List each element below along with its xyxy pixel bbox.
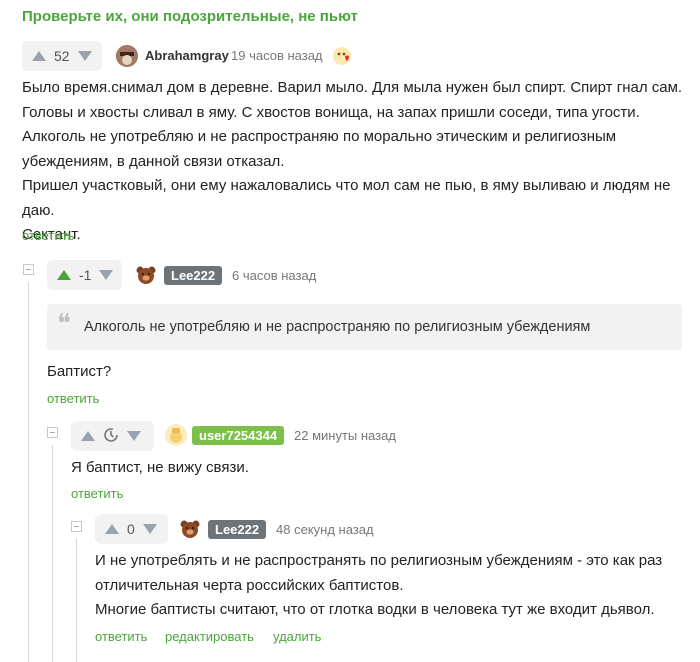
collapse-toggle[interactable] bbox=[71, 521, 82, 532]
reply-link[interactable]: ответить bbox=[47, 391, 99, 406]
upvote-button[interactable] bbox=[57, 270, 71, 280]
vote-box: -1 bbox=[47, 260, 122, 290]
comment-line: убеждениям, в данной связи отказал. bbox=[22, 152, 285, 170]
comment-time[interactable]: 48 секунд назад bbox=[276, 522, 374, 537]
edit-link[interactable]: редактировать bbox=[165, 629, 254, 644]
comment-author[interactable]: Abrahamgray bbox=[145, 48, 229, 63]
thread-line bbox=[52, 445, 53, 662]
vote-box: 52 bbox=[22, 41, 102, 71]
comment-line: Сектант. bbox=[22, 226, 81, 243]
comment-author[interactable]: Lee222 bbox=[164, 266, 223, 285]
upvote-button[interactable] bbox=[32, 51, 46, 61]
comment-time[interactable]: 6 часов назад bbox=[232, 268, 316, 283]
downvote-button[interactable] bbox=[142, 524, 157, 534]
comment-time[interactable]: 22 минуты назад bbox=[294, 428, 396, 443]
avatar-icon[interactable] bbox=[116, 45, 138, 67]
reply-link[interactable]: ответить bbox=[22, 228, 74, 243]
bear-avatar-icon[interactable] bbox=[179, 518, 201, 540]
heart-emblem-icon bbox=[332, 45, 354, 67]
reply-link[interactable]: ответить bbox=[71, 486, 123, 501]
thread-line bbox=[28, 282, 29, 662]
comment-score: -1 bbox=[79, 267, 92, 283]
comment-time[interactable]: 19 часов назад bbox=[231, 48, 323, 63]
comment-text: Я баптист, не вижу связи. bbox=[71, 459, 249, 476]
comment-line: отличительная черта российских баптистов… bbox=[95, 576, 404, 594]
comment-author[interactable]: Lee222 bbox=[208, 520, 267, 539]
comment: 52 Abrahamgray 19 часов назад Было время… bbox=[0, 0, 700, 250]
delete-link[interactable]: удалить bbox=[273, 629, 321, 644]
downvote-button[interactable] bbox=[127, 431, 141, 441]
upvote-button[interactable] bbox=[105, 524, 119, 534]
clock-icon bbox=[103, 427, 119, 446]
avatar-icon[interactable] bbox=[165, 424, 187, 446]
thread-line bbox=[76, 539, 77, 662]
comment-author[interactable]: user7254344 bbox=[192, 426, 285, 445]
upvote-button[interactable] bbox=[81, 431, 95, 441]
comment-line: Алкоголь не употребляю и не распространя… bbox=[22, 128, 617, 145]
collapse-toggle[interactable] bbox=[23, 264, 34, 275]
comment-line: Головы и хвосты сливал в яму. С хвостов … bbox=[22, 103, 640, 121]
comment-line: Пришел участковый, они ему нажаловались … bbox=[22, 177, 671, 219]
bear-avatar-icon[interactable] bbox=[135, 264, 157, 286]
comment-line: Многие баптисты считают, что от глотка в… bbox=[95, 601, 655, 618]
comment-text: Было время.снимал дом в деревне. Варил м… bbox=[22, 76, 692, 248]
comment-score: 52 bbox=[54, 48, 70, 64]
downvote-button[interactable] bbox=[99, 270, 114, 280]
comment-line: Было время.снимал дом в деревне. Варил м… bbox=[22, 79, 683, 96]
comment-text: И не употреблять и не распространять по … bbox=[95, 549, 695, 623]
quote-block: ❝ Алкоголь не употребляю и не распростра… bbox=[47, 304, 682, 350]
comment-score: 0 bbox=[127, 521, 135, 537]
collapse-toggle[interactable] bbox=[47, 427, 58, 438]
vote-box bbox=[71, 421, 154, 451]
comment-line: И не употреблять и не распространять по … bbox=[95, 552, 663, 569]
vote-box: 0 bbox=[95, 514, 168, 544]
quote-text: Алкоголь не употребляю и не распространя… bbox=[84, 319, 591, 335]
reply-link[interactable]: ответить bbox=[95, 629, 147, 644]
comment-text: Баптист? bbox=[47, 363, 112, 380]
quote-icon: ❝ bbox=[57, 309, 71, 339]
downvote-button[interactable] bbox=[77, 51, 92, 61]
